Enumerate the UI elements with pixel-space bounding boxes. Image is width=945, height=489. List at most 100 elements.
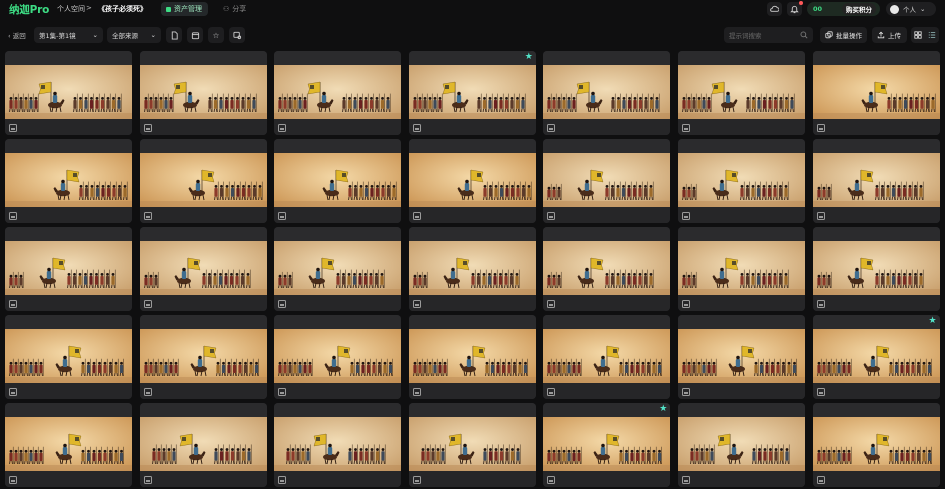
asset-thumbnail[interactable] bbox=[408, 65, 536, 119]
asset-card[interactable] bbox=[139, 315, 267, 399]
asset-card[interactable] bbox=[274, 51, 402, 135]
asset-card[interactable] bbox=[677, 139, 805, 223]
asset-thumbnail[interactable] bbox=[5, 417, 132, 471]
image-search-button[interactable] bbox=[229, 27, 245, 43]
asset-card[interactable] bbox=[677, 315, 805, 399]
asset-thumbnail[interactable] bbox=[139, 329, 267, 383]
view-toggle[interactable] bbox=[911, 27, 939, 43]
asset-card[interactable] bbox=[677, 51, 805, 135]
asset-thumbnail[interactable] bbox=[543, 417, 671, 471]
image-type-icon bbox=[681, 476, 690, 484]
asset-thumbnail[interactable] bbox=[812, 417, 940, 471]
asset-card[interactable] bbox=[408, 139, 536, 223]
asset-thumbnail[interactable] bbox=[5, 153, 132, 207]
asset-card[interactable] bbox=[543, 139, 671, 223]
asset-card[interactable] bbox=[274, 227, 402, 311]
file-filter-button[interactable] bbox=[166, 27, 182, 43]
back-button[interactable]: ‹ 返回 bbox=[8, 30, 26, 40]
asset-thumbnail[interactable] bbox=[677, 329, 805, 383]
asset-thumbnail[interactable] bbox=[543, 329, 671, 383]
cloud-icon[interactable] bbox=[767, 2, 782, 16]
asset-card[interactable] bbox=[543, 51, 671, 135]
user-menu[interactable]: 个人 ⌄ bbox=[886, 2, 936, 16]
image-type-icon bbox=[547, 124, 556, 132]
asset-thumbnail[interactable] bbox=[408, 241, 536, 295]
asset-thumbnail[interactable] bbox=[139, 65, 267, 119]
asset-thumbnail[interactable] bbox=[274, 241, 402, 295]
asset-thumbnail[interactable] bbox=[812, 241, 940, 295]
asset-card[interactable] bbox=[543, 227, 671, 311]
grid-view-icon[interactable] bbox=[914, 31, 922, 39]
asset-card[interactable] bbox=[5, 51, 132, 135]
asset-thumbnail[interactable] bbox=[543, 153, 671, 207]
asset-thumbnail[interactable] bbox=[812, 153, 940, 207]
asset-card[interactable] bbox=[139, 139, 267, 223]
card-footer bbox=[5, 119, 132, 135]
asset-card[interactable] bbox=[274, 315, 402, 399]
asset-thumbnail[interactable] bbox=[274, 329, 402, 383]
asset-thumbnail[interactable] bbox=[274, 153, 402, 207]
prompt-search[interactable]: 提示词搜索 bbox=[724, 27, 813, 43]
asset-card[interactable] bbox=[812, 51, 940, 135]
buy-credits-button[interactable]: 购买积分 bbox=[842, 3, 876, 15]
tab-share[interactable]: ⚇ 分享 bbox=[218, 2, 254, 16]
asset-thumbnail[interactable] bbox=[677, 65, 805, 119]
favorites-filter-button[interactable]: ☆ bbox=[208, 27, 224, 43]
asset-card[interactable] bbox=[139, 51, 267, 135]
asset-card[interactable] bbox=[5, 315, 132, 399]
asset-thumbnail[interactable] bbox=[139, 153, 267, 207]
asset-card[interactable] bbox=[5, 227, 132, 311]
asset-thumbnail[interactable] bbox=[139, 241, 267, 295]
credits-pill[interactable]: 00 购买积分 bbox=[807, 2, 880, 16]
favorite-star-icon[interactable]: ★ bbox=[928, 317, 936, 326]
bulk-actions-button[interactable]: 批量操作 bbox=[820, 27, 867, 43]
asset-card[interactable]: ★ bbox=[543, 403, 671, 487]
list-view-icon[interactable] bbox=[928, 31, 936, 39]
asset-thumbnail[interactable] bbox=[677, 153, 805, 207]
calendar-button[interactable] bbox=[187, 27, 203, 43]
asset-thumbnail[interactable] bbox=[677, 417, 805, 471]
asset-card[interactable] bbox=[139, 227, 267, 311]
asset-thumbnail[interactable] bbox=[812, 65, 940, 119]
breadcrumb-project[interactable]: 《孩子必须死》 bbox=[98, 4, 147, 14]
favorite-star-icon[interactable]: ★ bbox=[525, 53, 533, 62]
asset-thumbnail[interactable] bbox=[543, 241, 671, 295]
breadcrumb-space[interactable]: 个人空间 bbox=[57, 4, 85, 14]
asset-thumbnail[interactable] bbox=[408, 417, 536, 471]
asset-card[interactable]: ★ bbox=[812, 315, 940, 399]
card-header bbox=[139, 403, 267, 417]
asset-card[interactable] bbox=[677, 403, 805, 487]
asset-thumbnail[interactable] bbox=[274, 417, 402, 471]
asset-card[interactable] bbox=[5, 403, 132, 487]
asset-card[interactable] bbox=[812, 227, 940, 311]
bell-icon[interactable] bbox=[787, 1, 803, 16]
asset-thumbnail[interactable] bbox=[812, 329, 940, 383]
asset-card[interactable]: ★ bbox=[408, 51, 536, 135]
asset-thumbnail[interactable] bbox=[677, 241, 805, 295]
asset-card[interactable] bbox=[5, 139, 132, 223]
upload-button[interactable]: 上传 bbox=[872, 27, 907, 43]
asset-thumbnail[interactable] bbox=[408, 153, 536, 207]
asset-thumbnail[interactable] bbox=[5, 241, 132, 295]
asset-card[interactable] bbox=[812, 139, 940, 223]
asset-thumbnail[interactable] bbox=[5, 329, 132, 383]
tab-assets[interactable]: 资产管理 bbox=[161, 2, 208, 16]
episode-select[interactable]: 第1集-第1镜 ⌄ bbox=[34, 27, 103, 43]
asset-card[interactable] bbox=[408, 403, 536, 487]
asset-thumbnail[interactable] bbox=[408, 329, 536, 383]
source-select[interactable]: 全部来源 ⌄ bbox=[107, 27, 161, 43]
asset-card[interactable] bbox=[812, 403, 940, 487]
app-logo[interactable]: 纳迦Pro bbox=[9, 2, 49, 17]
asset-thumbnail[interactable] bbox=[139, 417, 267, 471]
asset-thumbnail[interactable] bbox=[543, 65, 671, 119]
asset-card[interactable] bbox=[274, 139, 402, 223]
asset-card[interactable] bbox=[677, 227, 805, 311]
asset-card[interactable] bbox=[274, 403, 402, 487]
asset-card[interactable] bbox=[408, 227, 536, 311]
favorite-star-icon[interactable]: ★ bbox=[659, 405, 667, 414]
asset-thumbnail[interactable] bbox=[274, 65, 402, 119]
asset-thumbnail[interactable] bbox=[5, 65, 132, 119]
asset-card[interactable] bbox=[543, 315, 671, 399]
asset-card[interactable] bbox=[139, 403, 267, 487]
asset-card[interactable] bbox=[408, 315, 536, 399]
